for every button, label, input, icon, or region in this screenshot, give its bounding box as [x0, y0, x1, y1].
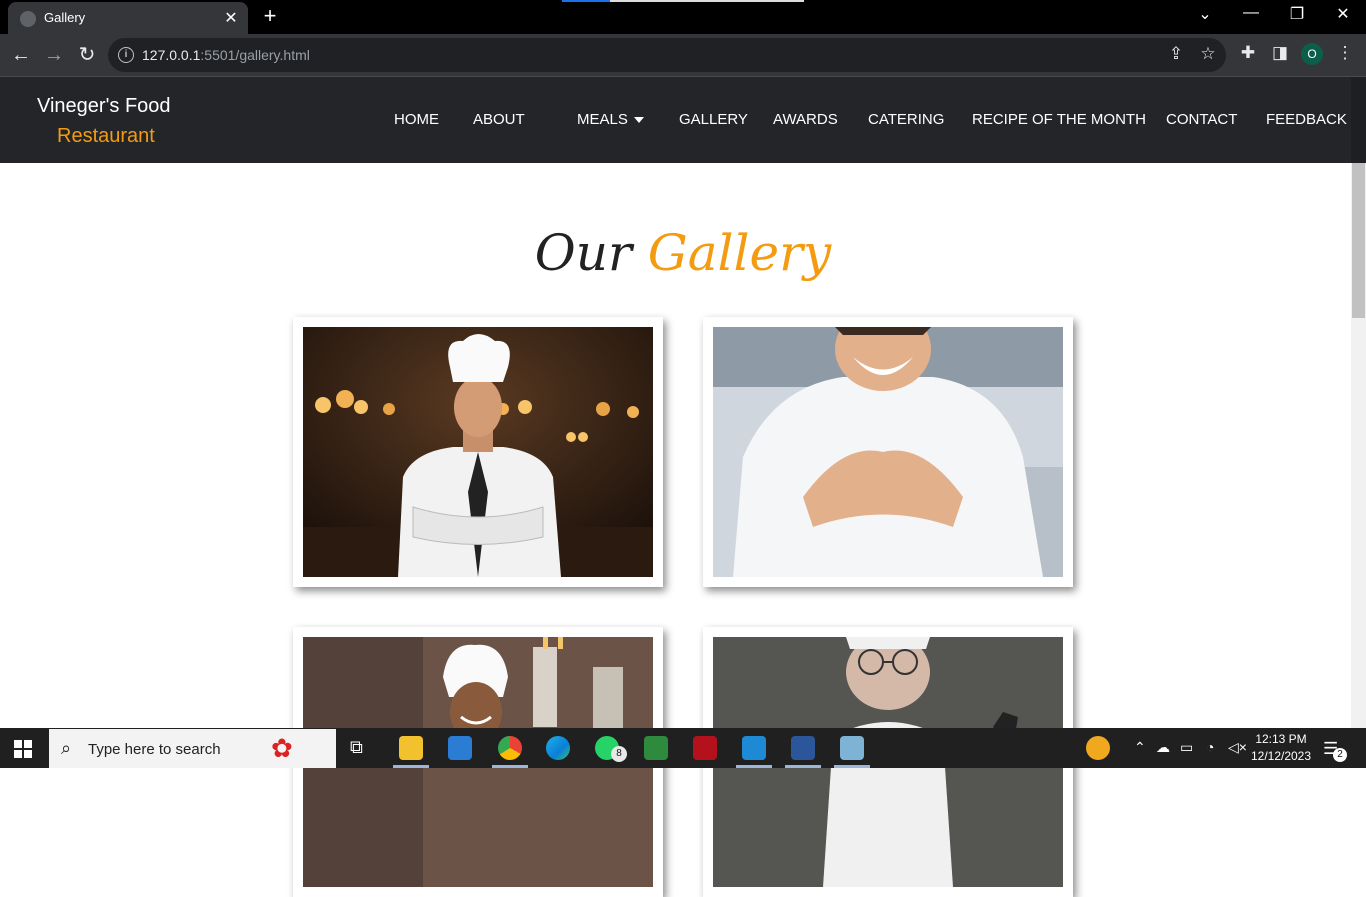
bookmark-star-icon[interactable]: ☆ [1196, 44, 1220, 64]
search-icon: ⌕ [61, 738, 72, 758]
nav-recipe-of-the-month[interactable]: RECIPE OF THE MONTH [972, 111, 1146, 128]
gallery-image-chef-2[interactable] [713, 327, 1063, 577]
page-title-word2: Gallery [647, 224, 832, 282]
poinsettia-icon: ✿ [271, 733, 293, 763]
nav-home[interactable]: HOME [394, 111, 439, 128]
brand-name[interactable]: Vineger's Food [37, 95, 171, 118]
gallery-card[interactable] [293, 317, 663, 587]
nav-about[interactable]: ABOUT [473, 111, 525, 128]
nav-catering[interactable]: CATERING [868, 111, 944, 128]
file-explorer-icon[interactable] [399, 736, 423, 760]
url-text[interactable]: 127.0.0.1:5501/gallery.html [142, 47, 310, 63]
nav-feedback[interactable]: FEEDBACK [1266, 111, 1347, 128]
browser-tab[interactable]: Gallery ✕ [8, 2, 248, 34]
onedrive-cloud-icon[interactable]: ☁ [1156, 739, 1170, 756]
minimize-button[interactable]: — [1228, 4, 1274, 22]
notepad-icon[interactable] [840, 736, 864, 760]
caret-down-icon [633, 117, 644, 124]
browser-titlebar: Gallery ✕ + ⌄ — ❐ ✕ [0, 0, 1366, 34]
clock-date: 12/12/2023 [1250, 749, 1312, 763]
windows-start-icon[interactable] [14, 740, 32, 758]
windows-taskbar: ⌕ Type here to search ✿ ⧉ 8 ⌃ ☁ ▭ ◔ ◁× 1… [0, 728, 1366, 768]
microsoft-store-icon[interactable] [448, 736, 472, 760]
word-icon[interactable] [791, 736, 815, 760]
new-tab-button[interactable]: + [258, 3, 282, 29]
stocks-app-icon[interactable] [644, 736, 668, 760]
globe-icon [20, 11, 36, 27]
restore-button[interactable]: ❐ [1274, 4, 1320, 24]
browser-toolbar: ← → ↻ i 127.0.0.1:5501/gallery.html ⇪ ☆ … [0, 34, 1366, 76]
tab-search-icon[interactable]: ⌄ [1182, 4, 1228, 24]
address-bar[interactable]: i 127.0.0.1:5501/gallery.html ⇪ ☆ [108, 38, 1226, 72]
reload-button[interactable]: ↻ [75, 43, 99, 67]
page-title-word1: Our [534, 224, 632, 282]
nav-gallery[interactable]: GALLERY [679, 111, 748, 128]
nav-contact[interactable]: CONTACT [1166, 111, 1237, 128]
volume-muted-icon[interactable]: ◁× [1228, 739, 1247, 756]
gallery-card[interactable] [703, 317, 1073, 587]
nav-meals[interactable]: MEALS [577, 111, 644, 128]
vscode-icon[interactable] [742, 736, 766, 760]
scrollbar-top [1351, 77, 1366, 163]
menu-kebab-icon[interactable]: ⋮ [1333, 43, 1357, 63]
profile-avatar[interactable]: O [1301, 43, 1323, 65]
screen-recorder-icon[interactable] [693, 736, 717, 760]
battery-icon[interactable]: ▭ [1180, 739, 1193, 756]
share-icon[interactable]: ⇪ [1164, 44, 1188, 64]
taskbar-search-box[interactable]: ⌕ Type here to search ✿ [49, 729, 336, 768]
chevron-up-icon[interactable]: ⌃ [1134, 739, 1146, 756]
page-title: Our Gallery [0, 224, 1366, 282]
whatsapp-badge: 8 [611, 746, 627, 762]
side-panel-icon[interactable]: ◨ [1268, 43, 1292, 63]
back-button[interactable]: ← [9, 43, 33, 67]
site-info-icon[interactable]: i [118, 47, 134, 63]
edge-icon[interactable] [546, 736, 570, 760]
nav-meals-label: MEALS [577, 111, 628, 128]
weather-icon[interactable] [1086, 736, 1110, 760]
wifi-icon[interactable]: ◔ [1206, 739, 1214, 755]
close-tab-icon[interactable]: ✕ [222, 8, 240, 28]
task-view-icon[interactable]: ⧉ [350, 737, 363, 758]
close-window-button[interactable]: ✕ [1320, 4, 1366, 24]
site-navbar: Vineger's Food Restaurant HOME ABOUT MEA… [0, 77, 1351, 163]
chrome-icon[interactable] [498, 736, 522, 760]
forward-button[interactable]: → [42, 43, 66, 67]
gallery-image-chef-1[interactable] [303, 327, 653, 577]
clock-time: 12:13 PM [1255, 732, 1307, 746]
nav-awards[interactable]: AWARDS [773, 111, 838, 128]
taskbar-clock[interactable]: 12:13 PM 12/12/2023 [1248, 731, 1314, 765]
notification-count: 2 [1333, 748, 1347, 762]
titlebar-highlight-accent [562, 0, 610, 2]
tab-title: Gallery [44, 10, 86, 25]
brand-subtitle[interactable]: Restaurant [57, 125, 155, 148]
extensions-icon[interactable]: ✚ [1236, 43, 1260, 63]
taskbar-search-placeholder: Type here to search [88, 741, 221, 758]
